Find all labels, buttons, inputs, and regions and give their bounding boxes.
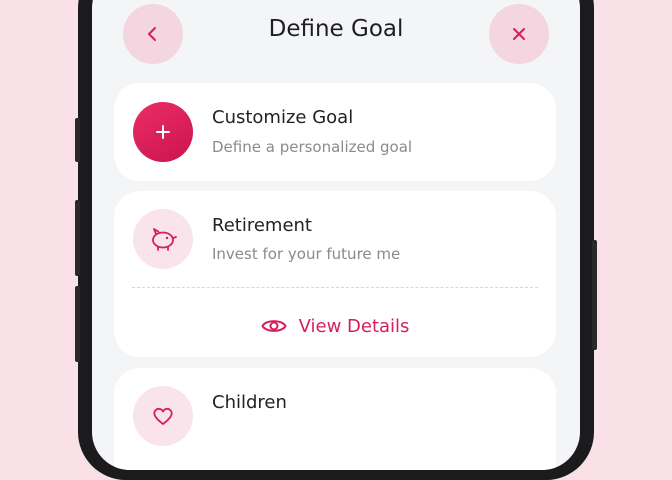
- goal-subtitle: Invest for your future me: [212, 245, 401, 263]
- heart-icon: [133, 386, 193, 446]
- close-button[interactable]: [489, 4, 549, 64]
- phone-side-button: [75, 200, 80, 276]
- close-icon: [513, 28, 525, 40]
- goal-title: Children: [212, 392, 287, 413]
- piggy-bank-icon: [133, 209, 193, 269]
- goal-title: Customize Goal: [212, 107, 354, 128]
- plus-icon: [133, 102, 193, 162]
- phone-side-button: [75, 286, 80, 362]
- phone-side-button: [75, 118, 80, 162]
- goal-title: Retirement: [212, 215, 312, 236]
- eye-icon: [260, 320, 287, 332]
- goal-card-customize[interactable]: Customize Goal Define a personalized goa…: [114, 83, 556, 181]
- app-screen: Define Goal Customize Goal Define a pers…: [92, 0, 580, 470]
- goal-card-retirement[interactable]: Retirement Invest for your future me Vie…: [114, 191, 556, 357]
- divider: [132, 287, 538, 288]
- view-details-label: View Details: [298, 315, 410, 337]
- goal-subtitle: Define a personalized goal: [212, 138, 413, 156]
- goal-card-children[interactable]: Children: [114, 368, 556, 470]
- phone-side-button: [592, 240, 597, 350]
- view-details-button[interactable]: View Details: [114, 311, 556, 341]
